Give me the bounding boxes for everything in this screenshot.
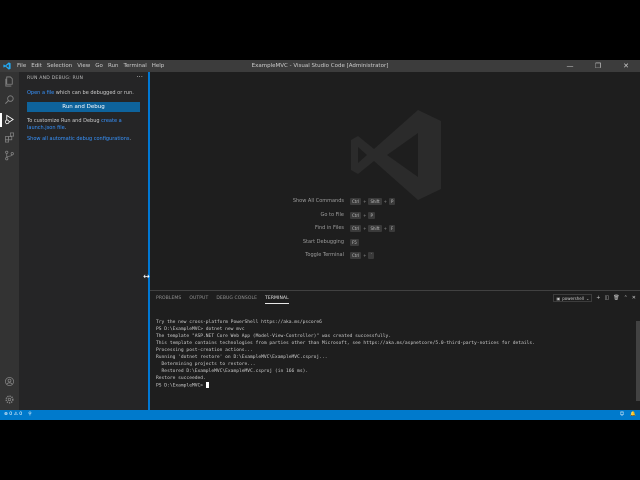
- run-debug-icon[interactable]: [4, 114, 15, 125]
- feedback-icon[interactable]: ☺: [619, 412, 624, 417]
- terminal-line: Running 'dotnet restore' on D:\ExampleMV…: [156, 355, 328, 360]
- customize-paragraph: To customize Run and Debug create a laun…: [27, 118, 122, 131]
- panel-controls: ▣ powershell ⌄ + ◫ 🗑 ⌃ ✕: [553, 294, 636, 302]
- terminal-cursor: [205, 382, 209, 388]
- files-icon[interactable]: [4, 76, 15, 87]
- tab-problems[interactable]: PROBLEMS: [156, 296, 181, 304]
- terminal-line: PS D:\ExampleMVC> dotnet new mvc: [156, 327, 245, 332]
- tab-terminal[interactable]: TERMINAL: [265, 296, 289, 304]
- active-indicator: [0, 113, 2, 127]
- terminal-prompt-line: PS D:\ExampleMVC>: [156, 382, 636, 390]
- close-panel-icon[interactable]: ✕: [632, 295, 636, 301]
- shortcut-row: Go to File Ctrl + P: [320, 211, 375, 219]
- problems-status[interactable]: ⊗ 0 ⚠ 0: [4, 412, 22, 417]
- kill-terminal-icon[interactable]: 🗑: [613, 295, 619, 301]
- run-and-debug-button[interactable]: Run and Debug: [27, 102, 140, 112]
- close-button[interactable]: ✕: [612, 60, 640, 72]
- notifications-icon[interactable]: 🔔: [630, 412, 636, 417]
- account-icon[interactable]: [4, 376, 15, 387]
- terminal-output[interactable]: Try the new cross-platform PowerShell ht…: [156, 319, 636, 390]
- resize-cursor-icon: ↔: [143, 272, 150, 281]
- terminal-line: Processing post-creation actions...: [156, 348, 253, 353]
- shortcut-row: Show All Commands Ctrl + Shift + P: [292, 198, 396, 205]
- terminal-select[interactable]: ▣ powershell ⌄: [553, 294, 593, 302]
- maximize-button[interactable]: ❐: [584, 60, 612, 72]
- panel-tabs: PROBLEMS OUTPUT DEBUG CONSOLE TERMINAL: [156, 296, 289, 304]
- vscode-window: File Edit Selection View Go Run Terminal…: [0, 60, 640, 420]
- shortcut-row: Toggle Terminal Ctrl + `: [305, 252, 375, 259]
- open-file-link[interactable]: Open a file: [27, 90, 54, 96]
- minimize-button[interactable]: —: [556, 60, 584, 72]
- terminal-line: Determining projects to restore...: [156, 362, 256, 367]
- settings-gear-icon[interactable]: [4, 394, 15, 405]
- shortcut-row: Find in Files Ctrl + Shift + F: [315, 225, 396, 232]
- activity-bar: [0, 72, 19, 410]
- terminal-scrollbar[interactable]: [636, 321, 640, 401]
- live-share-icon[interactable]: ⚲: [28, 412, 31, 417]
- title-bar: File Edit Selection View Go Run Terminal…: [0, 60, 640, 72]
- tab-debug-console[interactable]: DEBUG CONSOLE: [216, 296, 257, 304]
- terminal-line: Restore succeeded.: [156, 376, 206, 381]
- window-title: ExampleMVC - Visual Studio Code [Adminis…: [251, 63, 389, 69]
- debug-configs-paragraph: Show all automatic debug configurations.: [27, 136, 132, 142]
- more-actions-icon[interactable]: ···: [136, 73, 143, 81]
- show-debug-configurations-link[interactable]: Show all automatic debug configurations: [27, 136, 130, 142]
- run-debug-sidebar: RUN AND DEBUG: RUN ··· Open a file which…: [19, 72, 148, 410]
- status-bar: ⊗ 0 ⚠ 0 ⚲ ☺ 🔔: [0, 410, 640, 420]
- terminal-icon: ▣: [556, 295, 561, 301]
- bottom-panel: PROBLEMS OUTPUT DEBUG CONSOLE TERMINAL ▣…: [150, 290, 640, 411]
- open-file-paragraph: Open a file which can be debugged or run…: [27, 90, 134, 96]
- tab-output[interactable]: OUTPUT: [189, 296, 208, 304]
- extensions-icon[interactable]: [4, 132, 15, 143]
- terminal-line: The template "ASP.NET Core Web App (Mode…: [156, 334, 392, 339]
- terminal-line: Try the new cross-platform PowerShell ht…: [156, 320, 322, 325]
- sidebar-title: RUN AND DEBUG: RUN: [27, 76, 84, 81]
- maximize-panel-icon[interactable]: ⌃: [624, 295, 628, 301]
- new-terminal-icon[interactable]: +: [596, 295, 600, 301]
- terminal-line: Restored D:\ExampleMVC\ExampleMVC.csproj…: [156, 369, 309, 374]
- search-icon[interactable]: [4, 94, 15, 105]
- vscode-watermark-icon: [351, 110, 441, 200]
- source-control-icon[interactable]: [4, 150, 15, 161]
- shortcut-row: Start Debugging F5: [302, 238, 359, 246]
- terminal-line: This template contains technologies from…: [156, 341, 535, 346]
- split-terminal-icon[interactable]: ◫: [605, 295, 610, 301]
- chevron-down-icon: ⌄: [585, 295, 590, 301]
